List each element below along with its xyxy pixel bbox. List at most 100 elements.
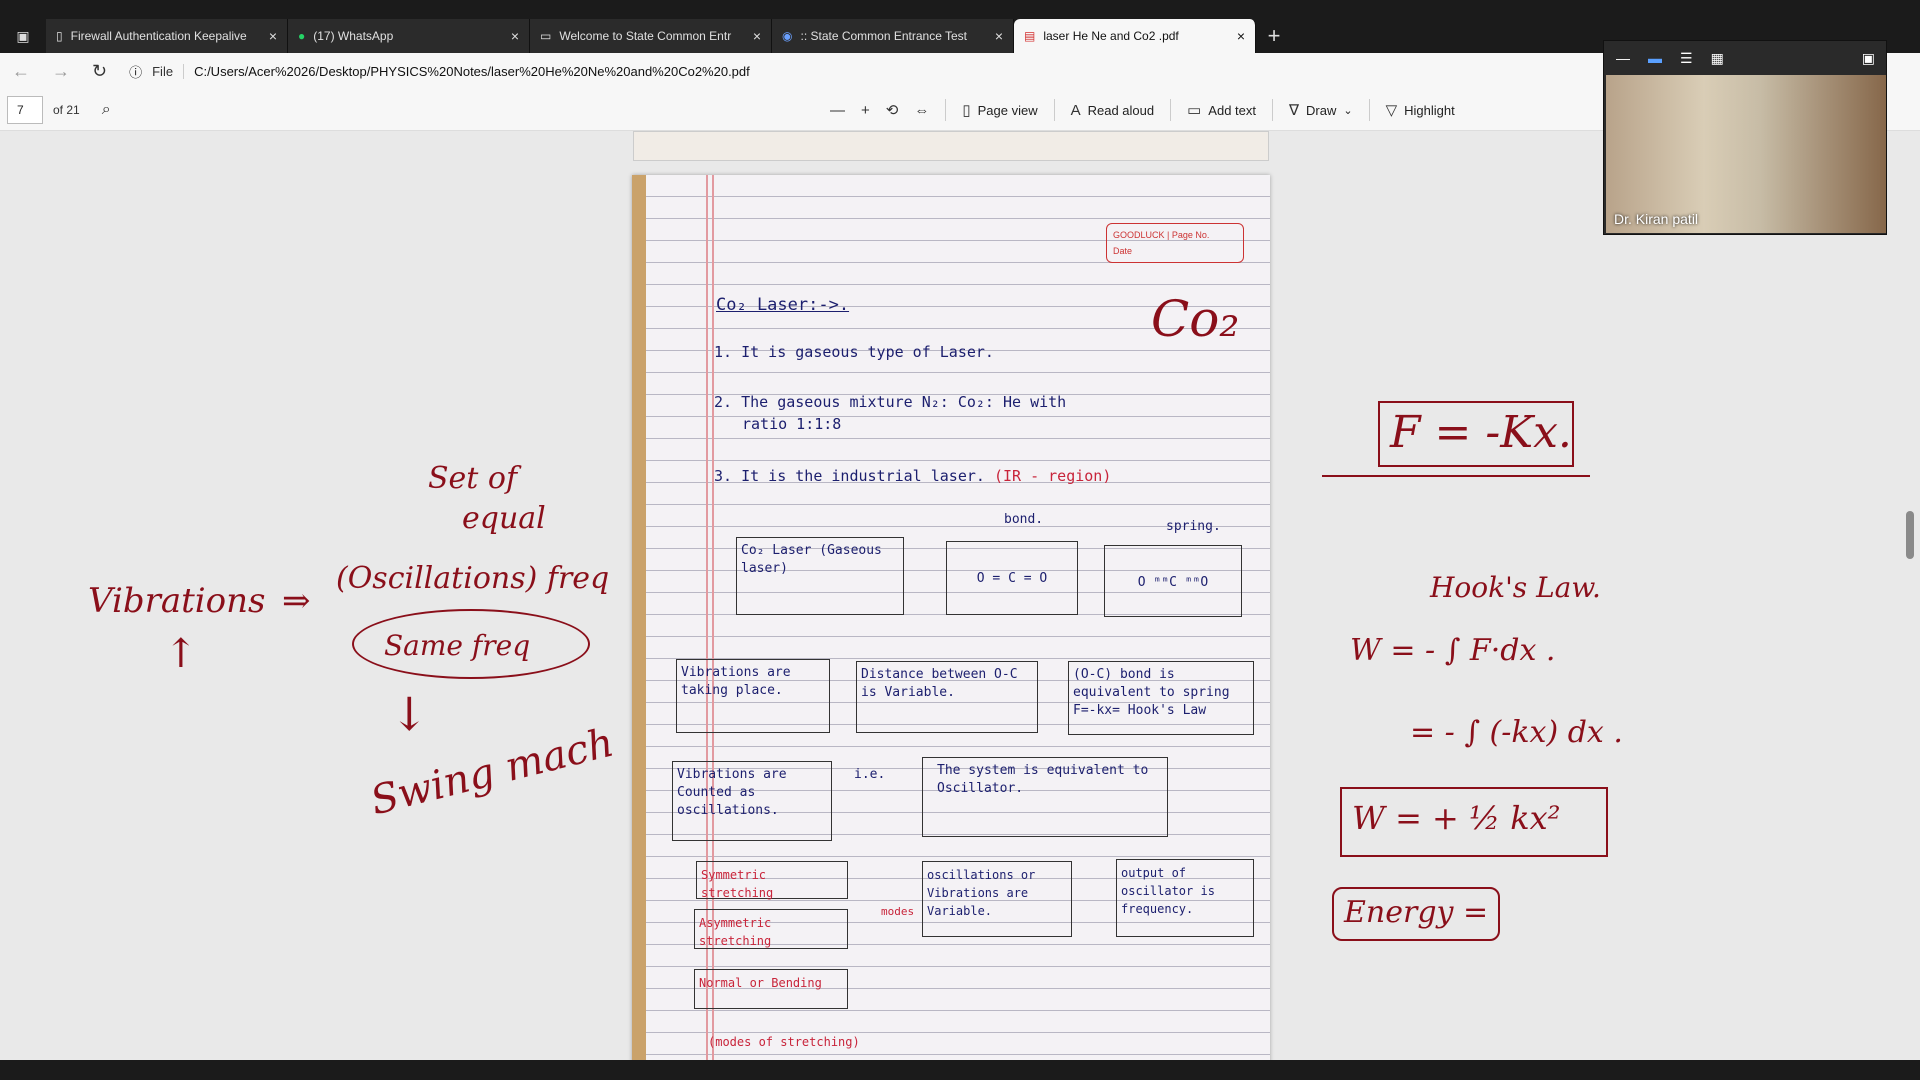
fit-page-icon: ⇔ xyxy=(914,101,930,119)
box-system: The system is equivalent to Oscillator. xyxy=(922,757,1168,837)
search-icon[interactable]: ⌕ xyxy=(102,101,111,119)
ink-equal: equal xyxy=(462,501,546,536)
close-icon[interactable]: × xyxy=(753,28,761,44)
notes-line-3-text: 3. It is the industrial laser. xyxy=(714,467,985,485)
ink-formula-box: F = -Kx. xyxy=(1378,401,1574,467)
read-aloud-button[interactable]: A Read aloud xyxy=(1071,102,1155,119)
close-icon[interactable]: × xyxy=(511,28,519,44)
site-icon: ▭ xyxy=(540,29,552,43)
tab-label: laser He Ne and Co2 .pdf xyxy=(1043,29,1179,43)
pdf-viewer[interactable]: GOODLUCK | Page No. Date Co₂ Laser:->. C… xyxy=(0,131,1920,1060)
video-call-overlay[interactable]: — ▬ ☰ ▦ ▣ Dr. Kiran patil xyxy=(1603,40,1887,235)
ink-same-freq: Same freq xyxy=(352,609,590,679)
page-view-label: Page view xyxy=(977,102,1038,118)
layout-icon[interactable]: ▬ xyxy=(1648,50,1662,66)
box-oco: O = C = O xyxy=(946,541,1078,615)
tab-welcome[interactable]: ▭ Welcome to State Common Entr × xyxy=(530,19,772,53)
divider xyxy=(1272,99,1273,121)
grid-icon[interactable]: ▦ xyxy=(1711,50,1724,67)
close-icon[interactable]: × xyxy=(269,28,277,44)
zoom-in-button[interactable]: + xyxy=(861,102,870,119)
ir-region-label: (IR - region) xyxy=(993,467,1112,485)
draw-label: Draw xyxy=(1306,102,1337,118)
plus-icon: + xyxy=(861,101,870,119)
tab-label: (17) WhatsApp xyxy=(313,29,394,43)
forward-icon[interactable]: → xyxy=(52,61,70,82)
fit-button[interactable]: ⇔ xyxy=(914,102,929,119)
pdf-icon: ▤ xyxy=(1024,29,1036,43)
tab-pdf[interactable]: ▤ laser He Ne and Co2 .pdf × xyxy=(1014,19,1256,53)
tab-whatsapp[interactable]: ● (17) WhatsApp × xyxy=(288,19,530,53)
highlight-label: Highlight xyxy=(1404,102,1455,118)
box-bond-spring: (O-C) bond is equivalent to spring F=-kx… xyxy=(1068,661,1254,735)
notes-line-1: 1. It is gaseous type of Laser. xyxy=(714,343,994,361)
co2-big-annotation: Co₂ xyxy=(1151,290,1240,348)
ink-energy: Energy = xyxy=(1332,887,1501,941)
ie-label: i.e. xyxy=(854,767,886,782)
close-icon[interactable]: × xyxy=(995,28,1003,44)
ink-down-arrow: ↓ xyxy=(390,687,429,741)
box-asymmetric: Asymmetric stretching xyxy=(694,909,848,949)
bond-label: bond. xyxy=(1004,512,1044,527)
title-bar xyxy=(0,0,1920,19)
page-number-input[interactable]: 7 xyxy=(7,95,43,124)
notes-line-2b: ratio 1:1:8 xyxy=(742,415,842,433)
info-icon: ⓘ xyxy=(129,64,143,80)
site-icon: ◉ xyxy=(782,29,793,43)
modes-of-stretching: (modes of stretching) xyxy=(708,1035,860,1049)
ink-work-1: W = - ∫ F·dx . xyxy=(1350,633,1556,668)
box-oscillations: oscillations or Vibrations are Variable. xyxy=(922,861,1072,937)
url-text[interactable]: C:/Users/Acer%2026/Desktop/PHYSICS%20Not… xyxy=(194,64,750,79)
modes-label: modes xyxy=(881,905,915,918)
tab-label: :: State Common Entrance Test xyxy=(800,29,968,43)
zoom-out-button[interactable]: — xyxy=(830,102,845,119)
box-spring-model: O ᵐᵐC ᵐᵐO xyxy=(1104,545,1242,617)
stamp-page: Page No. xyxy=(1171,230,1210,240)
read-aloud-icon: A xyxy=(1070,101,1081,119)
tab-firewall[interactable]: ▯ Firewall Authentication Keepalive × xyxy=(46,19,288,53)
box-counted: Vibrations are Counted as oscillations. xyxy=(672,761,832,841)
box-vibrations: Vibrations are taking place. xyxy=(676,659,830,733)
pdf-tools: — + ⟲ ⇔ ▯ Page view A Read aloud ▭ Add text… xyxy=(830,89,1455,131)
chevron-down-icon[interactable]: ⌄ xyxy=(1343,104,1352,117)
taskbar-edge xyxy=(0,1060,1920,1080)
participant-video: Dr. Kiran patil xyxy=(1606,75,1886,233)
rotate-button[interactable]: ⟲ xyxy=(886,101,899,119)
stamp-brand: GOODLUCK xyxy=(1113,230,1165,240)
tab-cet[interactable]: ◉ :: State Common Entrance Test × xyxy=(772,19,1014,53)
previous-page-fragment xyxy=(633,131,1269,161)
new-tab-button[interactable]: + xyxy=(1256,19,1292,53)
box-normal: Normal or Bending xyxy=(694,969,848,1009)
highlighter-icon: ▽ xyxy=(1385,102,1398,119)
add-text-button[interactable]: ▭ Add text xyxy=(1187,101,1256,119)
close-icon[interactable]: × xyxy=(1237,28,1245,44)
ink-spring-line xyxy=(1322,471,1590,477)
page-stamp: GOODLUCK | Page No. Date xyxy=(1106,223,1244,263)
text-box-icon: ▭ xyxy=(1187,102,1202,119)
minimize-icon[interactable]: — xyxy=(1616,50,1630,66)
box-distance: Distance between O-C is Variable. xyxy=(856,661,1038,733)
participant-name: Dr. Kiran patil xyxy=(1614,211,1699,227)
highlight-button[interactable]: ▽ Highlight xyxy=(1386,101,1455,119)
popout-icon[interactable]: ▣ xyxy=(1862,50,1875,67)
divider xyxy=(1170,99,1172,121)
url-field[interactable]: ⓘ File C:/Users/Acer%2026/Desktop/PHYSIC… xyxy=(129,62,750,81)
ink-work-2: = - ∫ (-kx) dx . xyxy=(1410,715,1623,750)
ink-work-3: W = + ½ kx² xyxy=(1340,787,1608,857)
scrollbar-thumb[interactable] xyxy=(1906,511,1914,559)
add-text-label: Add text xyxy=(1208,102,1256,118)
refresh-icon[interactable]: ↻ xyxy=(92,61,107,82)
notes-heading: Co₂ Laser:->. xyxy=(716,295,850,315)
page-total: of 21 xyxy=(53,102,80,117)
tab-actions-button[interactable]: ▣ xyxy=(0,19,46,53)
page-view-button[interactable]: ▯ Page view xyxy=(962,101,1037,119)
list-icon[interactable]: ☰ xyxy=(1680,50,1693,67)
tab-label: Firewall Authentication Keepalive xyxy=(70,29,247,43)
draw-button[interactable]: ∇ Draw ⌄ xyxy=(1289,101,1353,119)
back-icon[interactable]: ← xyxy=(12,61,30,82)
rotate-icon: ⟲ xyxy=(885,102,899,119)
video-controls: — ▬ ☰ ▦ ▣ xyxy=(1604,41,1886,75)
stamp-date: Date xyxy=(1113,246,1133,256)
pen-icon: ∇ xyxy=(1289,102,1300,119)
notes-line-3: 3. It is the industrial laser. (IR - reg… xyxy=(714,467,1111,485)
